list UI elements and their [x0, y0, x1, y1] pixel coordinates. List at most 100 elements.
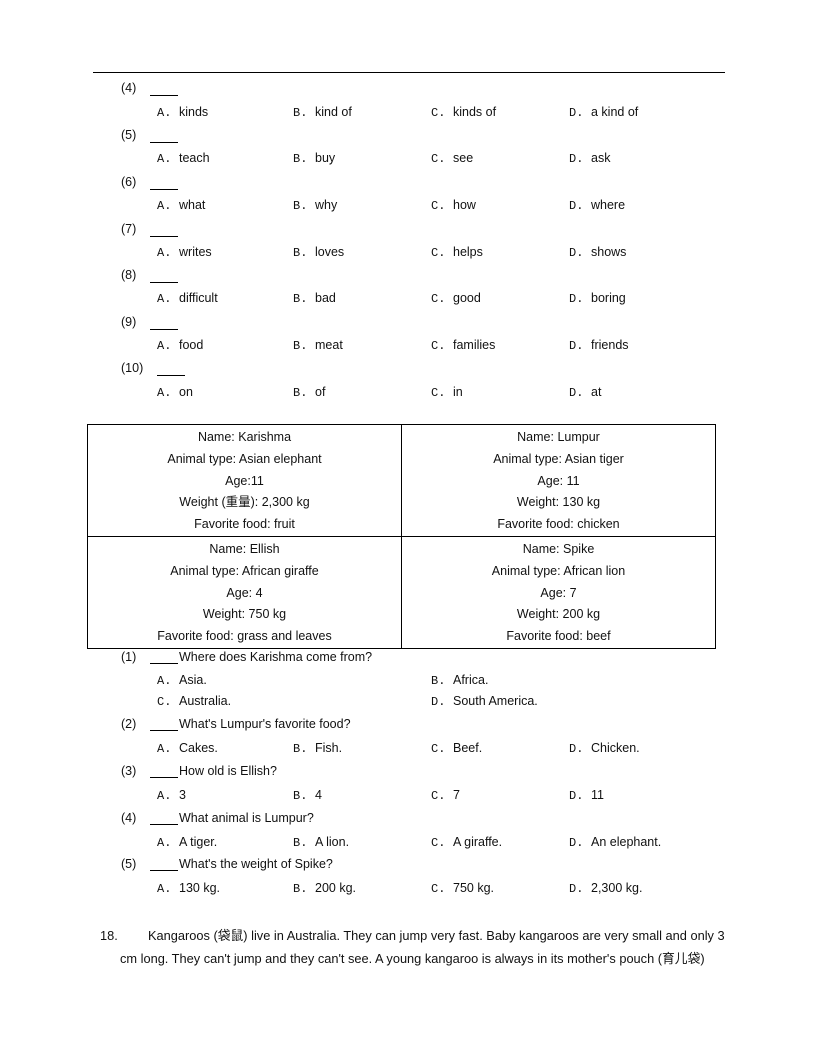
- table-row: Name: Karishma Animal type: Asian elepha…: [87, 424, 716, 537]
- animal-type: Animal type: African giraffe: [170, 563, 319, 578]
- option-a[interactable]: A. on: [157, 385, 193, 400]
- option-c[interactable]: C. in: [431, 385, 463, 400]
- animal-type: Animal type: Asian elephant: [167, 451, 322, 466]
- answer-blank[interactable]: [157, 364, 185, 376]
- table-cell-karishma: Name: Karishma Animal type: Asian elepha…: [87, 424, 402, 537]
- option-b[interactable]: B. Africa.: [431, 673, 488, 688]
- option-d[interactable]: D. An elephant.: [569, 835, 661, 850]
- passage-line: 18. Kangaroos (袋鼠) live in Australia. The…: [100, 924, 725, 947]
- option-d[interactable]: D. 2,300 kg.: [569, 881, 642, 896]
- option-a[interactable]: A. 130 kg.: [157, 881, 220, 896]
- question-text: How old is Ellish?: [179, 764, 277, 778]
- animal-weight: Weight: 750 kg: [202, 607, 287, 622]
- option-c[interactable]: C. how: [431, 198, 476, 213]
- answer-blank[interactable]: [150, 719, 178, 731]
- animal-age: Age: 11: [537, 473, 580, 488]
- option-a[interactable]: A. kinds: [157, 105, 208, 120]
- answer-blank[interactable]: [150, 859, 178, 871]
- option-a[interactable]: A. Cakes.: [157, 741, 218, 756]
- option-d[interactable]: D. a kind of: [569, 105, 638, 120]
- question-text: Where does Karishma come from?: [179, 650, 373, 664]
- table-cell-spike: Name: Spike Animal type: African lion Ag…: [401, 535, 716, 649]
- table-cell-ellish: Name: Ellish Animal type: African giraff…: [87, 535, 402, 649]
- option-a[interactable]: A. writes: [157, 245, 212, 260]
- animal-age: Age: 4: [226, 585, 263, 600]
- question-number: (3): [121, 764, 137, 778]
- question-number: (7): [121, 222, 137, 236]
- option-a[interactable]: A. difficult: [157, 291, 218, 306]
- option-b[interactable]: B. buy: [293, 151, 335, 166]
- option-c[interactable]: C. Australia.: [157, 694, 231, 709]
- header-rule: [93, 72, 725, 73]
- option-a[interactable]: A. what: [157, 198, 205, 213]
- table-row: Name: Ellish Animal type: African giraff…: [87, 535, 716, 649]
- animal-type: Animal type: Asian tiger: [493, 451, 624, 466]
- question-number: (4): [121, 811, 137, 825]
- option-d[interactable]: D. at: [569, 385, 601, 400]
- option-b[interactable]: B. Fish.: [293, 741, 342, 756]
- animal-weight: Weight (重量): 2,300 kg: [179, 495, 310, 510]
- option-d[interactable]: D. 11: [569, 788, 604, 803]
- option-a[interactable]: A. 3: [157, 788, 186, 803]
- option-a[interactable]: A. Asia.: [157, 673, 207, 688]
- answer-blank[interactable]: [150, 178, 178, 190]
- option-c[interactable]: C. 750 kg.: [431, 881, 494, 896]
- answer-blank[interactable]: [150, 271, 178, 283]
- question-text: What's the weight of Spike?: [179, 857, 333, 871]
- option-c[interactable]: C. helps: [431, 245, 483, 260]
- option-c[interactable]: C. Beef.: [431, 741, 482, 756]
- option-b[interactable]: B. loves: [293, 245, 344, 260]
- animal-food: Favorite food: grass and leaves: [157, 629, 332, 644]
- animal-weight: Weight: 130 kg: [516, 495, 601, 510]
- answer-blank[interactable]: [150, 813, 178, 825]
- option-b[interactable]: B. 200 kg.: [293, 881, 356, 896]
- option-a[interactable]: A. A tiger.: [157, 835, 217, 850]
- question-number: (5): [121, 857, 137, 871]
- option-c[interactable]: C. good: [431, 291, 481, 306]
- passage-line: cm long. They can't jump and they can't …: [120, 951, 705, 966]
- option-b[interactable]: B. 4: [293, 788, 322, 803]
- option-d[interactable]: D. boring: [569, 291, 626, 306]
- animal-age: Age: 7: [540, 585, 577, 600]
- option-d[interactable]: D. ask: [569, 151, 610, 166]
- question-number: (4): [121, 81, 137, 95]
- option-b[interactable]: B. kind of: [293, 105, 352, 120]
- answer-blank[interactable]: [150, 131, 178, 143]
- question-number: 18.: [100, 928, 118, 943]
- option-c[interactable]: C. kinds of: [431, 105, 496, 120]
- option-c[interactable]: C. A giraffe.: [431, 835, 502, 850]
- option-b[interactable]: B. of: [293, 385, 325, 400]
- answer-blank[interactable]: [150, 84, 178, 96]
- answer-blank[interactable]: [150, 766, 178, 778]
- animal-food: Favorite food: chicken: [497, 517, 620, 532]
- animal-name: Name: Lumpur: [517, 430, 600, 444]
- option-a[interactable]: A. teach: [157, 151, 210, 166]
- animal-weight: Weight: 200 kg: [516, 607, 601, 622]
- option-d[interactable]: D. South America.: [431, 694, 538, 709]
- answer-blank[interactable]: [150, 318, 178, 330]
- question-number: (5): [121, 128, 137, 142]
- option-c[interactable]: C. families: [431, 338, 495, 353]
- option-d[interactable]: D. friends: [569, 338, 629, 353]
- option-d[interactable]: D. where: [569, 198, 625, 213]
- answer-blank[interactable]: [150, 652, 178, 664]
- option-d[interactable]: D. Chicken.: [569, 741, 640, 756]
- option-b[interactable]: B. A lion.: [293, 835, 349, 850]
- option-b[interactable]: B. meat: [293, 338, 343, 353]
- answer-blank[interactable]: [150, 225, 178, 237]
- animal-type: Animal type: African lion: [491, 563, 626, 578]
- option-c[interactable]: C. 7: [431, 788, 460, 803]
- passage-18: 18. Kangaroos (袋鼠) live in Australia. The…: [100, 924, 725, 970]
- animal-age: Age:11: [225, 473, 264, 488]
- animal-info-table: Name: Karishma Animal type: Asian elepha…: [87, 424, 716, 649]
- question-number: (6): [121, 175, 137, 189]
- option-a[interactable]: A. food: [157, 338, 203, 353]
- option-b[interactable]: B. bad: [293, 291, 336, 306]
- option-b[interactable]: B. why: [293, 198, 337, 213]
- table-cell-lumpur: Name: Lumpur Animal type: Asian tiger Ag…: [401, 424, 716, 537]
- option-d[interactable]: D. shows: [569, 245, 626, 260]
- option-c[interactable]: C. see: [431, 151, 473, 166]
- animal-food: Favorite food: fruit: [194, 517, 295, 532]
- question-number: (9): [121, 315, 137, 329]
- question-number: (8): [121, 268, 137, 282]
